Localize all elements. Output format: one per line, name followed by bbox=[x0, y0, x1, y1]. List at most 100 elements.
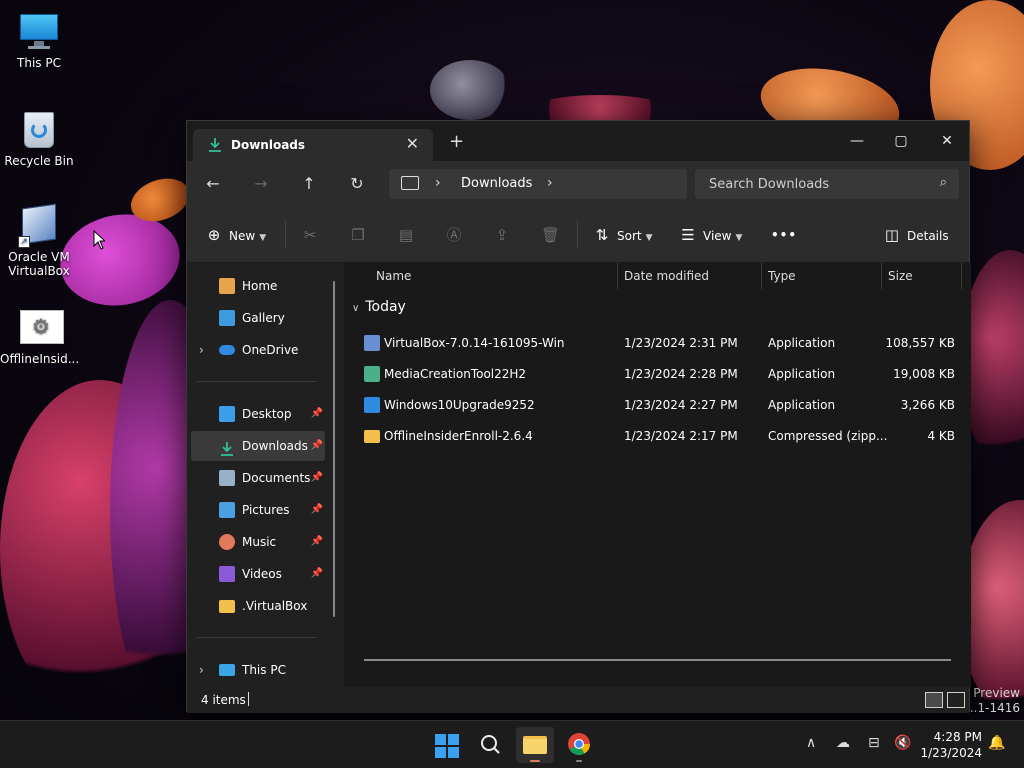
delete-button[interactable]: 🗑 bbox=[541, 224, 565, 246]
pin-icon: 📌 bbox=[310, 536, 323, 547]
navigation-bar: ← → ↑ ↻ › Downloads › Search Downloads ⌕ bbox=[187, 161, 969, 207]
sidebar-item-label: Documents bbox=[242, 471, 311, 485]
column-header-type[interactable]: Type bbox=[768, 269, 796, 283]
file-row[interactable]: VirtualBox-7.0.14-161095-Win 1/23/2024 2… bbox=[344, 329, 971, 357]
pin-icon: 📌 bbox=[310, 504, 323, 515]
chevron-down-icon: ▼ bbox=[259, 233, 267, 243]
chevron-right-icon[interactable]: › bbox=[199, 335, 204, 365]
column-divider[interactable] bbox=[617, 263, 618, 289]
sidebar-item-label: .VirtualBox bbox=[242, 599, 308, 613]
pin-icon: 📌 bbox=[310, 440, 323, 451]
column-header-date-modified[interactable]: Date modified bbox=[624, 269, 709, 283]
sidebar-item-onedrive[interactable]: › OneDrive bbox=[191, 335, 325, 365]
chevron-right-icon[interactable]: › bbox=[435, 175, 441, 191]
desktop-icon-label: This PC bbox=[17, 56, 61, 70]
clock-time: 4:28 PM bbox=[933, 730, 982, 744]
sidebar-item-videos[interactable]: Videos 📌 bbox=[191, 559, 325, 589]
start-button[interactable] bbox=[428, 727, 466, 763]
copy-button[interactable]: ❐ bbox=[349, 224, 373, 246]
up-button[interactable]: ↑ bbox=[295, 171, 323, 197]
chevron-right-icon[interactable]: › bbox=[199, 655, 204, 685]
mouse-pointer-icon bbox=[93, 230, 105, 250]
share-icon: ⇪ bbox=[495, 226, 509, 244]
notification-bell-icon[interactable]: 🔔 bbox=[988, 735, 1005, 751]
new-label: New bbox=[229, 229, 256, 243]
share-button[interactable]: ⇪ bbox=[493, 224, 517, 246]
search-icon bbox=[481, 735, 500, 754]
chevron-right-icon[interactable]: › bbox=[547, 175, 553, 191]
rename-button[interactable]: Ⓐ bbox=[445, 224, 469, 246]
new-tab-button[interactable]: + bbox=[449, 133, 464, 151]
refresh-button[interactable]: ↻ bbox=[343, 171, 371, 197]
clock[interactable]: 4:28 PM 1/23/2024 bbox=[920, 729, 982, 761]
cloud-offline-icon[interactable]: ☁ bbox=[836, 735, 850, 751]
column-header-size[interactable]: Size bbox=[888, 269, 913, 283]
chevron-up-icon[interactable]: ∧ bbox=[806, 735, 816, 751]
search-button[interactable] bbox=[472, 727, 510, 763]
new-button[interactable]: ⊕ New ▼ bbox=[205, 224, 266, 246]
column-header-name[interactable]: Name bbox=[376, 269, 411, 283]
close-tab-button[interactable]: ✕ bbox=[406, 134, 419, 153]
breadcrumb-downloads[interactable]: Downloads bbox=[461, 176, 532, 191]
desktop-icon-label: OfflineInsid... bbox=[0, 352, 80, 366]
column-divider[interactable] bbox=[761, 263, 762, 289]
desktop-icon-this-pc[interactable]: This PC bbox=[0, 10, 78, 70]
horizontal-scrollbar[interactable] bbox=[364, 659, 951, 661]
sidebar-item-music[interactable]: Music 📌 bbox=[191, 527, 325, 557]
folder-icon bbox=[219, 600, 235, 613]
file-row[interactable]: MediaCreationTool22H2 1/23/2024 2:28 PM … bbox=[344, 360, 971, 388]
wallpaper-shape bbox=[430, 60, 510, 120]
group-header-today[interactable]: ∨ Today bbox=[352, 299, 406, 315]
sort-icon: ⇅ bbox=[595, 226, 609, 244]
clipboard-icon: ▤ bbox=[398, 226, 414, 244]
column-divider[interactable] bbox=[881, 263, 882, 289]
sidebar-item-downloads[interactable]: Downloads 📌 bbox=[191, 431, 325, 461]
file-name: Windows10Upgrade9252 bbox=[384, 398, 535, 412]
sidebar-divider bbox=[197, 381, 317, 382]
search-input[interactable]: Search Downloads ⌕ bbox=[695, 169, 959, 199]
cut-button[interactable]: ✂ bbox=[301, 224, 325, 246]
file-size: 4 KB bbox=[927, 429, 955, 443]
minimize-button[interactable]: — bbox=[837, 127, 877, 155]
file-date: 1/23/2024 2:28 PM bbox=[624, 367, 738, 381]
close-window-button[interactable]: ✕ bbox=[927, 127, 967, 155]
sidebar-item-pictures[interactable]: Pictures 📌 bbox=[191, 495, 325, 525]
file-explorer-taskbar-button[interactable] bbox=[516, 727, 554, 763]
maximize-button[interactable]: ▢ bbox=[881, 127, 921, 155]
details-view-toggle[interactable] bbox=[925, 692, 943, 708]
sidebar-scrollbar[interactable] bbox=[333, 281, 335, 617]
search-icon: ⌕ bbox=[939, 175, 947, 190]
details-pane-button[interactable]: ◫ Details bbox=[883, 224, 949, 246]
desktop-icon-virtualbox[interactable]: ↗ Oracle VM VirtualBox bbox=[0, 203, 78, 278]
network-icon[interactable]: ⊟ bbox=[868, 735, 880, 751]
sidebar-item-virtualbox-folder[interactable]: .VirtualBox bbox=[191, 591, 325, 621]
sidebar-item-label: Pictures bbox=[242, 503, 290, 517]
sidebar-divider bbox=[197, 637, 317, 638]
file-row[interactable]: OfflineInsiderEnroll-2.6.4 1/23/2024 2:1… bbox=[344, 422, 971, 450]
column-divider[interactable] bbox=[961, 263, 962, 289]
sidebar-item-this-pc[interactable]: › This PC bbox=[191, 655, 325, 685]
sort-button[interactable]: ⇅ Sort ▼ bbox=[593, 224, 653, 246]
chevron-down-icon: ▼ bbox=[645, 233, 653, 243]
view-button[interactable]: ☰ View ▼ bbox=[679, 224, 742, 246]
back-button[interactable]: ← bbox=[199, 171, 227, 197]
desktop-icon-recycle-bin[interactable]: Recycle Bin bbox=[0, 108, 78, 168]
sidebar-item-gallery[interactable]: Gallery bbox=[191, 303, 325, 333]
tiles-view-toggle[interactable] bbox=[947, 692, 965, 708]
chrome-taskbar-button[interactable] bbox=[560, 727, 598, 763]
desktop-icon-label: Recycle Bin bbox=[4, 154, 74, 168]
tab-downloads[interactable]: Downloads ✕ bbox=[193, 129, 433, 161]
sidebar-item-desktop[interactable]: Desktop 📌 bbox=[191, 399, 325, 429]
speaker-muted-icon[interactable]: 🔇 bbox=[894, 735, 911, 751]
file-size: 108,557 KB bbox=[885, 336, 955, 350]
sidebar-item-home[interactable]: Home bbox=[191, 271, 325, 301]
address-bar[interactable]: › Downloads › bbox=[389, 169, 687, 199]
taskbar: ∧ ☁ ⊟ 🔇 4:28 PM 1/23/2024 🔔 bbox=[0, 720, 1024, 768]
search-placeholder: Search Downloads bbox=[709, 177, 830, 192]
desktop-icon-offline-insider[interactable]: ⚙ OfflineInsid... bbox=[0, 306, 80, 366]
file-row[interactable]: Windows10Upgrade9252 1/23/2024 2:27 PM A… bbox=[344, 391, 971, 419]
sidebar-item-documents[interactable]: Documents 📌 bbox=[191, 463, 325, 493]
paste-button[interactable]: ▤ bbox=[397, 224, 421, 246]
forward-button[interactable]: → bbox=[247, 171, 275, 197]
more-options-button[interactable]: ••• bbox=[771, 224, 797, 246]
